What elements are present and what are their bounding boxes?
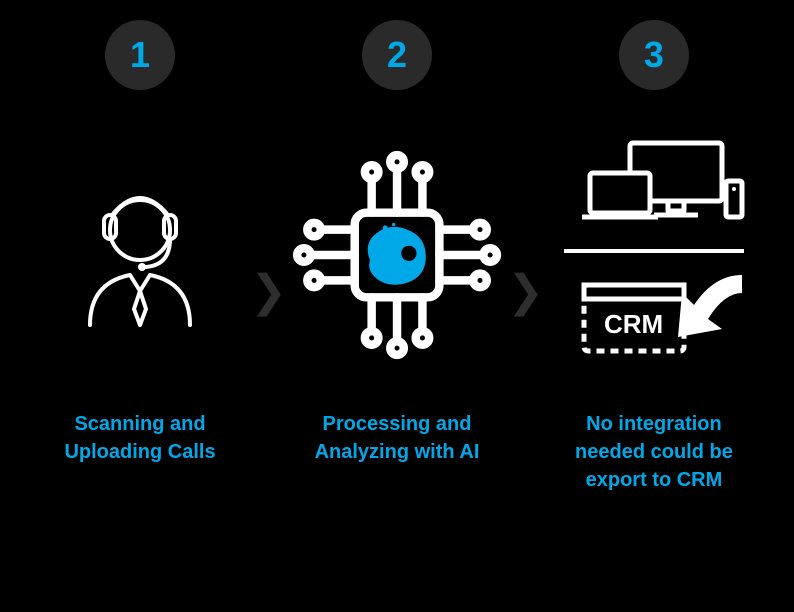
- step-1: 1: [30, 20, 250, 466]
- ai-chip-icon: [287, 125, 507, 385]
- step-2-number: 2: [387, 34, 407, 76]
- step-3-caption: No integration needed could be export to…: [544, 410, 764, 494]
- chevron-right-icon: ❯: [507, 270, 544, 314]
- step-3-badge: 3: [619, 20, 689, 90]
- step-1-icon-area: [30, 110, 250, 400]
- step-2-icon-area: [287, 110, 507, 400]
- step-1-number: 1: [130, 34, 150, 76]
- step-3-icon-area: CRM: [544, 110, 764, 400]
- step-3: 3: [544, 20, 764, 494]
- step-2-caption: Processing and Analyzing with AI: [287, 410, 507, 466]
- step-1-caption: Scanning and Uploading Calls: [30, 410, 250, 466]
- step-2: 2: [287, 20, 507, 466]
- step-2-badge: 2: [362, 20, 432, 90]
- operator-icon: [70, 175, 210, 335]
- crm-label-text: CRM: [604, 309, 663, 339]
- devices-crm-icon: CRM: [554, 125, 754, 385]
- step-1-badge: 1: [105, 20, 175, 90]
- process-flow: 1: [0, 0, 794, 612]
- step-3-number: 3: [644, 34, 664, 76]
- chevron-right-icon: ❯: [250, 270, 287, 314]
